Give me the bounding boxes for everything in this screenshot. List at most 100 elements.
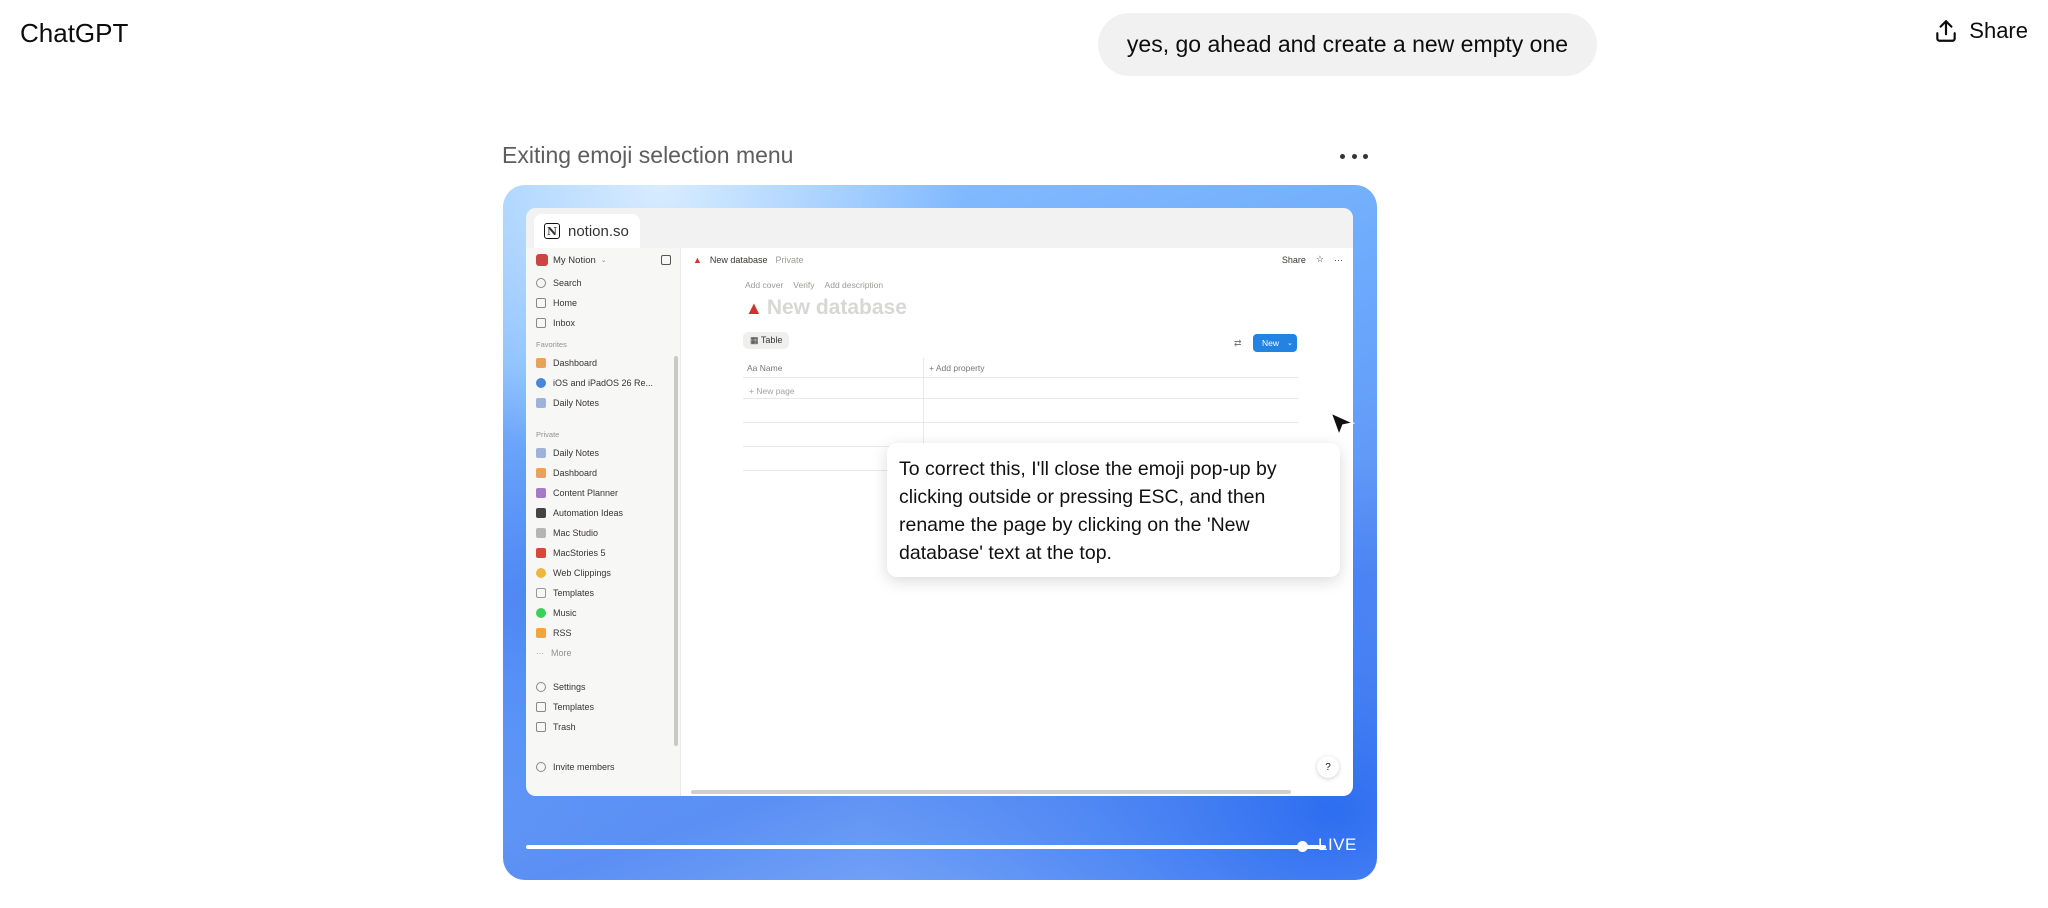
sidebar-item-settings[interactable]: Settings [536,682,586,692]
sidebar-item-inbox[interactable]: Inbox [536,318,575,328]
sidebar-item-label: Invite members [553,762,615,772]
new-button-label: New [1262,338,1280,348]
sidebar-item-daily-notes[interactable]: Daily Notes [536,398,599,408]
playback-progress-bar[interactable] [526,845,1326,849]
sidebar-item-more[interactable]: ··· More [536,648,572,658]
sidebar-item-dashboard[interactable]: Dashboard [536,358,597,368]
sidebar-item-label: Mac Studio [553,528,599,538]
sidebar-item-label: MacStories 5 [553,548,606,558]
more-icon[interactable]: ··· [1334,255,1343,265]
filter-icon[interactable]: ⇄ [1234,338,1242,349]
breadcrumb-page[interactable]: New database [710,255,768,265]
table-header: Aa Name + Add property [743,358,1298,378]
new-page-row[interactable]: + New page [749,386,795,396]
circus-tent-icon[interactable]: ▲ [745,298,763,319]
workspace-icon [536,254,548,266]
sidebar-item-ios-ipados[interactable]: iOS and iPadOS 26 Re... [536,378,653,388]
dashboard-icon [536,468,546,478]
flask-icon [536,488,546,498]
invite-members-button[interactable]: Invite members [536,762,615,772]
calendar-icon [536,448,546,458]
add-property-button[interactable]: + Add property [929,363,985,373]
sidebar-item-templates-bottom[interactable]: Templates [536,702,594,712]
table-icon [536,588,546,598]
computer-icon [536,528,546,538]
sidebar-item-automation-ideas[interactable]: Automation Ideas [536,508,623,518]
sidebar-item-label: Home [553,298,578,308]
add-user-icon [536,762,546,772]
agent-action-tooltip: To correct this, I'll close the emoji po… [887,443,1340,577]
tab-table-view[interactable]: ▦ Table [743,332,790,349]
sidebar-item-macstories[interactable]: MacStories 5 [536,548,606,558]
star-icon[interactable]: ☆ [1316,254,1324,265]
privacy-badge[interactable]: Private [775,255,803,265]
circus-tent-icon: ▲ [693,255,702,265]
sidebar-item-label: Templates [553,702,595,712]
calendar-icon [536,398,546,408]
page-actions: Share ☆ ··· [1282,254,1343,265]
column-name-label: Name [759,363,783,373]
sidebar-item-templates[interactable]: Templates [536,588,594,598]
sidebar-item-label: Settings [553,682,586,692]
tab-strip: N notion.so [526,208,1353,248]
sidebar-item-web-clippings[interactable]: Web Clippings [536,568,611,578]
search-icon [536,278,546,288]
home-icon [536,298,546,308]
sidebar-item-label: Content Planner [553,488,619,498]
more-options-icon[interactable] [1340,146,1368,166]
sidebar-item-label: Trash [553,722,576,732]
ios-icon [536,378,546,388]
tab-label: notion.so [568,222,629,240]
rss-icon [536,628,546,638]
sidebar-item-label: Music [553,608,577,618]
sidebar-item-label: Web Clippings [553,568,611,578]
sidebar-scrollbar[interactable] [674,356,678,746]
browser-tab[interactable]: N notion.so [534,214,640,248]
favorites-heading: Favorites [536,340,567,349]
app-title: ChatGPT [20,18,129,48]
horizontal-scrollbar[interactable] [691,790,1291,794]
help-icon[interactable]: ? [1317,756,1339,778]
sidebar-item-label: Search [553,278,582,288]
shapes-icon [536,702,546,712]
page-title-text[interactable]: New database [767,296,907,320]
dashboard-icon [536,358,546,368]
verify-button[interactable]: Verify [793,280,814,290]
sidebar-item-search[interactable]: Search [536,278,582,288]
live-badge: LIVE [1318,835,1357,854]
column-name-header[interactable]: Aa Name [747,363,782,373]
sidebar-item-dashboard-private[interactable]: Dashboard [536,468,597,478]
gear-icon [536,682,546,692]
add-cover-button[interactable]: Add cover [745,280,783,290]
ellipsis-icon: ··· [536,648,544,658]
tooltip-text: To correct this, I'll close the emoji po… [899,458,1277,564]
sidebar-item-label: Daily Notes [553,398,600,408]
sidebar-item-trash[interactable]: Trash [536,722,576,732]
share-label: Share [1969,18,2028,43]
share-button[interactable]: Share [1933,18,2028,44]
table-icon: ▦ [750,335,761,345]
sidebar-item-label: Automation Ideas [553,508,624,518]
mouse-cursor-icon [1329,411,1355,437]
page-share-button[interactable]: Share [1282,255,1306,265]
private-heading: Private [536,430,560,439]
task-title: Exiting emoji selection menu [502,142,794,168]
new-page-label: New page [756,386,795,396]
add-description-button[interactable]: Add description [825,280,884,290]
page-title[interactable]: ▲ New database [745,296,907,320]
user-message-bubble: yes, go ahead and create a new empty one [1098,13,1597,76]
sidebar-item-rss[interactable]: RSS [536,628,572,638]
workspace-switcher[interactable]: My Notion ⌄ [536,254,607,266]
sidebar-item-label: More [551,648,572,658]
sidebar-item-label: Dashboard [553,468,598,478]
sidebar-item-daily-notes-private[interactable]: Daily Notes [536,448,599,458]
chevron-down-icon[interactable]: ⌄ [1287,339,1293,347]
sidebar-item-music[interactable]: Music [536,608,577,618]
sidebar-item-mac-studio[interactable]: Mac Studio [536,528,598,538]
new-row-button[interactable]: New ⌄ [1253,334,1297,352]
notion-sidebar: My Notion ⌄ Search Home Inbox Favorites … [526,248,681,796]
sidebar-item-content-planner[interactable]: Content Planner [536,488,618,498]
sidebar-item-home[interactable]: Home [536,298,577,308]
playback-progress-handle[interactable] [1297,841,1308,852]
new-page-icon[interactable] [661,255,671,265]
